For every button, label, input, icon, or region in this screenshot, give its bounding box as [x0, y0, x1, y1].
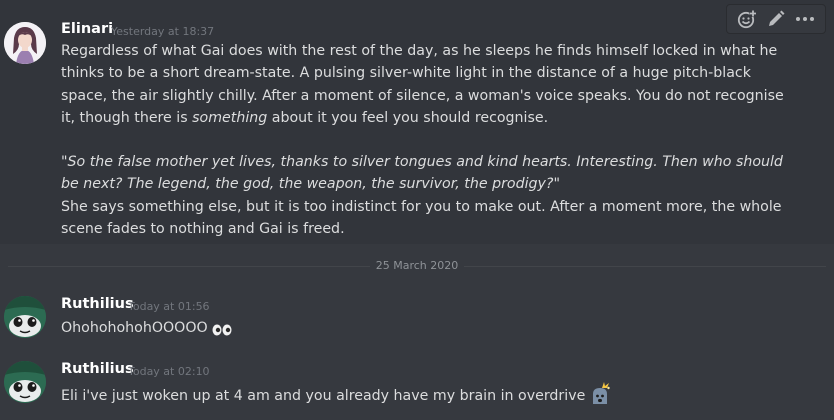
message-content: OhohohohohOOOOO — [61, 317, 798, 343]
chat-panel: Elinari Yesterday at 18:37 Regardless of… — [0, 0, 834, 420]
edit-pencil-icon — [768, 10, 785, 26]
message-timestamp: Today at 02:10 — [128, 365, 210, 378]
message-text: about it you feel you should recognise. — [267, 109, 549, 126]
username-elinari[interactable]: Elinari — [61, 21, 113, 37]
frog-character-avatar-icon — [4, 296, 46, 338]
message-ruthilius[interactable]: Ruthilius Today at 01:56 OhohohohohOOOOO — [0, 290, 834, 345]
message-text-italic: something — [192, 109, 268, 126]
message-timestamp: Yesterday at 18:37 — [111, 25, 215, 38]
message-text: She says something else, but it is too i… — [61, 198, 782, 238]
message-text: Eli i've just woken up at 4 am and you a… — [61, 388, 586, 404]
message-timestamp: Today at 01:56 — [128, 300, 210, 313]
message-quote: "So the false mother yet lives, thanks t… — [61, 154, 783, 193]
message-content: Regardless of what Gai does with the res… — [61, 40, 798, 240]
message-content: Eli i've just woken up at 4 am and you a… — [61, 382, 798, 411]
add-reaction-button[interactable] — [736, 8, 758, 30]
avatar-ruthilius[interactable] — [4, 361, 46, 403]
avatar-ruthilius[interactable] — [4, 296, 46, 338]
message-elinari[interactable]: Elinari Yesterday at 18:37 Regardless of… — [0, 0, 834, 244]
avatar-elinari[interactable] — [4, 22, 46, 64]
message-text: OhohohohohOOOOO — [61, 320, 208, 336]
username-ruthilius[interactable]: Ruthilius — [61, 296, 134, 312]
eyes-emoji-icon — [212, 321, 232, 343]
frog-character-avatar-icon — [4, 361, 46, 403]
exploding-head-emoji-icon — [589, 382, 611, 411]
anime-girl-avatar-icon — [4, 22, 46, 64]
add-reaction-icon — [738, 10, 757, 29]
more-options-icon — [795, 17, 814, 21]
message-toolbar — [726, 4, 826, 34]
message-ruthilius[interactable]: Ruthilius Today at 02:10 Eli i've just w… — [0, 355, 834, 415]
edit-message-button[interactable] — [765, 8, 787, 30]
date-divider-label: 25 March 2020 — [369, 259, 465, 272]
more-options-button[interactable] — [794, 8, 816, 30]
username-ruthilius[interactable]: Ruthilius — [61, 361, 134, 377]
date-divider: 25 March 2020 — [0, 259, 834, 272]
